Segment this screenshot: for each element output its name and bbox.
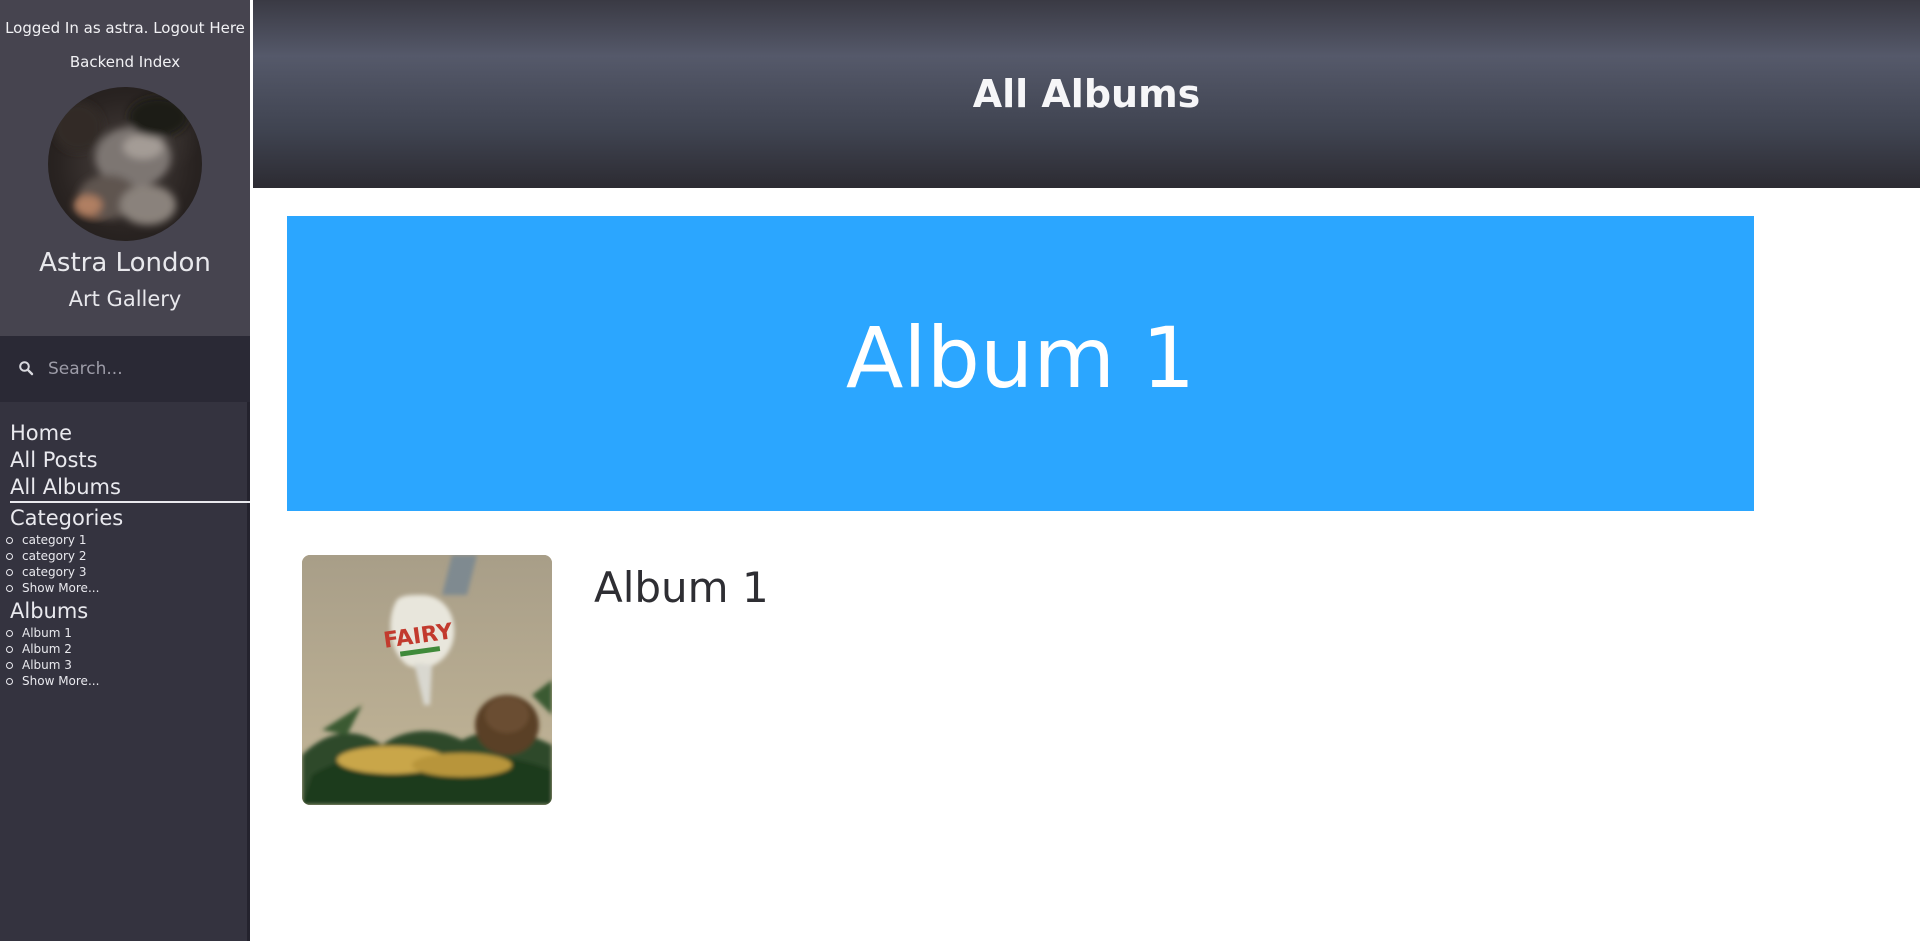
album-card[interactable]: FAIRY Album 1 [302, 555, 1702, 805]
page-header: All Albums [253, 0, 1920, 188]
list-item: Album 1 [6, 625, 250, 641]
category-link[interactable]: category 3 [22, 565, 86, 579]
nav-home-link[interactable]: Home [10, 420, 250, 447]
sidebar: Logged In as astra. Logout Here Backend … [0, 0, 250, 941]
list-item: category 2 [6, 548, 250, 564]
login-status: Logged In as astra. Logout Here [0, 19, 250, 37]
list-item: Album 3 [6, 657, 250, 673]
logout-link[interactable]: Logout Here [153, 19, 245, 37]
album-name[interactable]: Album 1 [594, 563, 769, 612]
avatar [48, 87, 202, 241]
categories-show-more-link[interactable]: Show More... [22, 581, 99, 595]
album-thumbnail-image: FAIRY [302, 555, 552, 805]
sidebar-profile-section: Logged In as astra. Logout Here Backend … [0, 0, 250, 336]
album-banner: Album 1 [287, 216, 1754, 511]
banner-title: Album 1 [845, 309, 1196, 407]
nav-all-posts-link[interactable]: All Posts [10, 447, 250, 474]
categories-heading: Categories [10, 506, 124, 530]
sidebar-nav: Home All Posts All Albums Categories cat… [6, 420, 250, 689]
nav-all-albums-link[interactable]: All Albums [10, 474, 250, 503]
login-text: Logged In as astra. [5, 19, 149, 37]
album-link[interactable]: Album 3 [22, 658, 72, 672]
avatar-image [53, 97, 188, 225]
page-title: All Albums [972, 72, 1201, 116]
list-item: Show More... [6, 673, 250, 689]
list-item: Album 2 [6, 641, 250, 657]
category-list: category 1 category 2 category 3 Show Mo… [6, 532, 250, 596]
list-item: category 1 [6, 532, 250, 548]
site-name: Astra London [39, 248, 211, 278]
album-link[interactable]: Album 1 [22, 626, 72, 640]
search-icon[interactable] [18, 360, 34, 376]
site-subtitle: Art Gallery [68, 287, 182, 311]
list-item: category 3 [6, 564, 250, 580]
category-link[interactable]: category 1 [22, 533, 86, 547]
search-input[interactable] [48, 352, 238, 386]
category-link[interactable]: category 2 [22, 549, 86, 563]
album-list: Album 1 Album 2 Album 3 Show More... [6, 625, 250, 689]
albums-heading: Albums [10, 599, 89, 623]
album-link[interactable]: Album 2 [22, 642, 72, 656]
search-bar [0, 336, 250, 402]
album-thumbnail[interactable]: FAIRY [302, 555, 552, 805]
albums-show-more-link[interactable]: Show More... [22, 674, 99, 688]
backend-index-link[interactable]: Backend Index [0, 53, 250, 71]
list-item: Show More... [6, 580, 250, 596]
